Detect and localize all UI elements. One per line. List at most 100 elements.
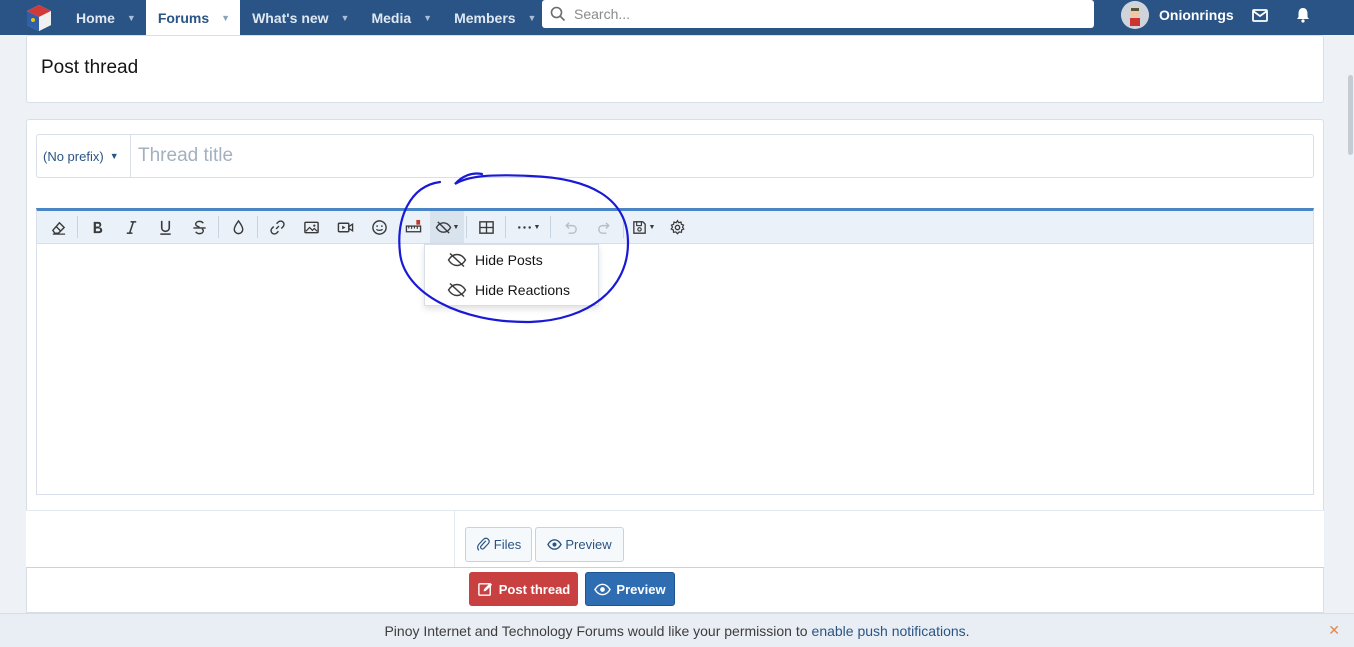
prefix-value: (No prefix) xyxy=(43,148,104,164)
strikethrough-button[interactable] xyxy=(182,211,216,243)
drafts-button[interactable]: ▼ xyxy=(626,211,660,243)
chevron-down-icon: ▼ xyxy=(533,223,541,231)
chevron-down-icon: ▼ xyxy=(109,151,119,161)
bell-icon[interactable] xyxy=(1293,5,1313,25)
eraser-button[interactable] xyxy=(41,211,75,243)
chevron-down-icon[interactable]: ▼ xyxy=(423,13,432,23)
scrollbar-thumb[interactable] xyxy=(1348,75,1353,155)
search-input[interactable] xyxy=(574,6,1074,22)
preview-toggle-button[interactable]: Preview xyxy=(535,527,624,562)
redo-icon xyxy=(597,221,610,234)
username: Onionrings xyxy=(1159,7,1234,23)
post-thread-button[interactable]: Post thread xyxy=(469,572,578,606)
search-icon xyxy=(550,6,566,22)
toolbar-divider xyxy=(218,216,219,238)
search-box[interactable] xyxy=(542,0,1094,28)
preview-label: Preview xyxy=(616,581,666,597)
inbox-icon[interactable] xyxy=(1250,5,1270,25)
smiley-icon xyxy=(371,219,387,235)
nav-tab-forums-label: Forums xyxy=(157,9,210,26)
media-button[interactable] xyxy=(328,211,362,243)
italic-button[interactable] xyxy=(114,211,148,243)
table-icon xyxy=(478,220,494,234)
underline-button[interactable] xyxy=(148,211,182,243)
menu-item-hide-posts[interactable]: Hide Posts xyxy=(425,245,598,275)
nav-tab-forums[interactable]: Forums ▼ xyxy=(145,0,241,35)
edit-icon xyxy=(477,582,492,596)
hide-icon xyxy=(435,220,451,234)
nav-tab-whats-new-label: What's new xyxy=(252,9,329,26)
image-button[interactable] xyxy=(294,211,328,243)
menu-item-label: Hide Reactions xyxy=(475,282,570,298)
close-icon[interactable]: ✕ xyxy=(1328,622,1340,639)
nav-tab-members-label: Members xyxy=(454,9,516,26)
preview-label: Preview xyxy=(565,537,612,552)
top-navigation: Home ▼ Forums ▼ What's new ▼ Media ▼ Mem… xyxy=(0,0,1354,35)
hide-dropdown-menu: Hide Posts Hide Reactions xyxy=(424,244,599,306)
editor-settings-button[interactable] xyxy=(660,211,694,243)
nav-tab-media[interactable]: Media ▼ xyxy=(359,0,442,35)
chevron-down-icon[interactable]: ▼ xyxy=(341,13,350,23)
thread-title-row: (No prefix) ▼ Thread title xyxy=(36,134,1314,178)
submit-row: Post thread Preview xyxy=(26,567,1324,613)
chevron-down-icon[interactable]: ▼ xyxy=(127,13,136,23)
more-icon xyxy=(517,225,531,229)
chevron-down-icon: ▼ xyxy=(452,223,460,231)
undo-button[interactable] xyxy=(553,211,587,243)
redo-button[interactable] xyxy=(587,211,621,243)
gear-icon xyxy=(669,219,685,235)
smilies-button[interactable] xyxy=(362,211,396,243)
toolbar-divider xyxy=(257,216,258,238)
text-color-button[interactable] xyxy=(221,211,255,243)
underline-icon xyxy=(159,220,171,235)
hide-content-button[interactable]: ▼ xyxy=(430,211,464,243)
page-title: Post thread xyxy=(41,57,139,78)
nav-tab-members[interactable]: Members ▼ xyxy=(442,0,546,35)
prefix-select[interactable]: (No prefix) ▼ xyxy=(37,135,131,177)
toolbar-divider xyxy=(466,216,467,238)
more-options-button[interactable]: ▼ xyxy=(508,211,548,243)
page-header: Post thread xyxy=(26,35,1324,103)
bold-icon xyxy=(93,221,102,233)
chevron-down-icon: ▼ xyxy=(648,223,656,231)
thread-title-input[interactable]: Thread title xyxy=(131,135,1313,177)
avatar[interactable] xyxy=(1121,1,1149,29)
eraser-icon xyxy=(51,221,65,235)
nav-tab-whats-new[interactable]: What's new ▼ xyxy=(240,0,359,35)
nav-tab-media-label: Media xyxy=(371,9,412,26)
eye-icon xyxy=(594,583,612,595)
image-icon xyxy=(303,221,319,233)
scrollbar[interactable] xyxy=(1346,35,1354,613)
hide-icon xyxy=(447,252,467,268)
toolbar-divider xyxy=(550,216,551,238)
strikethrough-icon xyxy=(192,220,206,234)
attach-files-button[interactable]: Files xyxy=(465,527,532,562)
color-drop-icon xyxy=(233,219,243,234)
thread-title-placeholder: Thread title xyxy=(138,145,234,166)
hide-icon xyxy=(447,282,467,298)
undo-icon xyxy=(564,221,577,234)
preview-button[interactable]: Preview xyxy=(585,572,675,606)
menu-item-hide-reactions[interactable]: Hide Reactions xyxy=(425,275,598,305)
toolbar-divider xyxy=(505,216,506,238)
bold-button[interactable] xyxy=(80,211,114,243)
nav-tab-home-label: Home xyxy=(76,9,115,26)
chevron-down-icon[interactable]: ▼ xyxy=(221,13,230,23)
ruler-button[interactable] xyxy=(396,211,430,243)
rich-text-editor[interactable]: ▼ ▼ ▼ xyxy=(36,208,1314,495)
link-icon xyxy=(269,219,285,235)
link-button[interactable] xyxy=(260,211,294,243)
video-icon xyxy=(337,222,353,232)
eye-icon xyxy=(547,539,563,550)
editor-toolbar: ▼ ▼ ▼ xyxy=(37,211,1313,244)
attachment-row: Files Preview xyxy=(26,510,1324,569)
notice-text: Pinoy Internet and Technology Forums wou… xyxy=(384,622,808,639)
enable-push-link[interactable]: enable push notifications xyxy=(812,623,966,639)
post-thread-label: Post thread xyxy=(498,581,571,597)
site-logo[interactable] xyxy=(24,3,54,33)
table-button[interactable] xyxy=(469,211,503,243)
user-menu[interactable]: Onionrings xyxy=(1121,0,1234,30)
nav-tab-home[interactable]: Home ▼ xyxy=(64,0,146,35)
divider xyxy=(454,511,455,569)
chevron-down-icon[interactable]: ▼ xyxy=(528,13,537,23)
